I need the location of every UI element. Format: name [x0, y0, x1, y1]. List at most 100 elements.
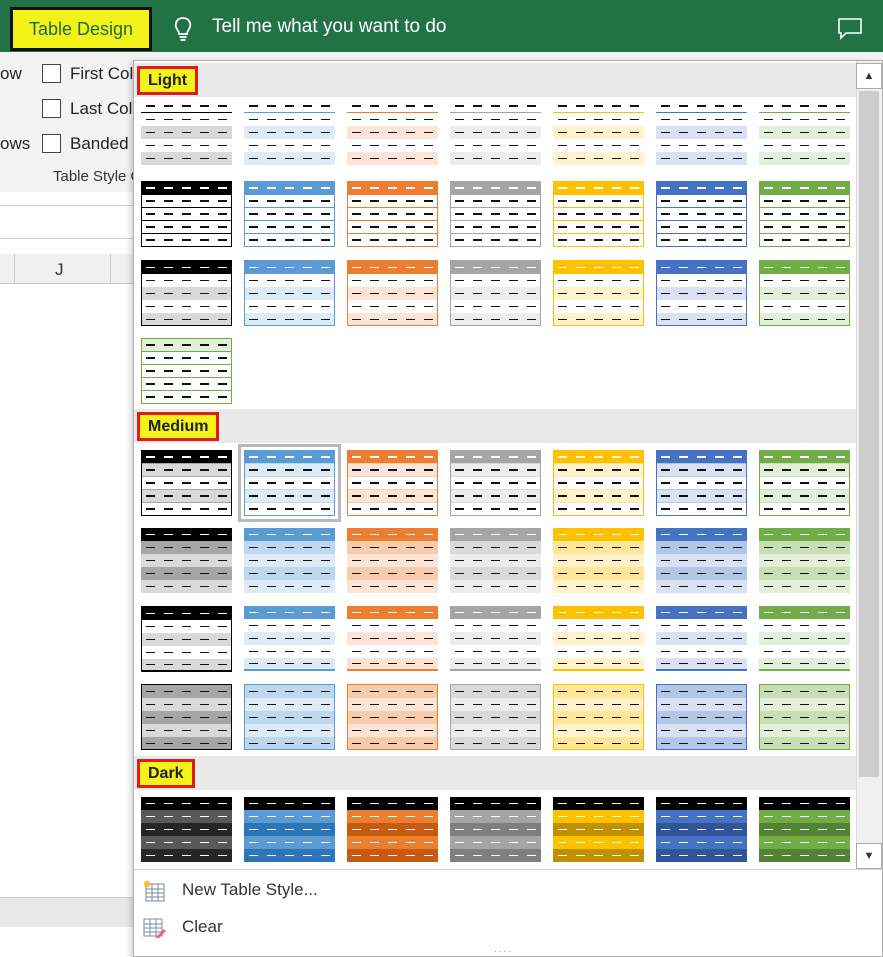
- table-style-light-11[interactable]: [450, 181, 541, 247]
- table-style-medium-22[interactable]: [141, 684, 232, 750]
- table-style-medium-25[interactable]: [450, 684, 541, 750]
- table-style-light-13[interactable]: [656, 181, 747, 247]
- table-style-light-5[interactable]: [553, 100, 644, 166]
- thumb-dash: [576, 239, 586, 241]
- table-style-medium-20[interactable]: [656, 606, 747, 672]
- table-style-light-21[interactable]: [759, 260, 850, 326]
- last-column-checkbox[interactable]: [42, 99, 61, 118]
- resize-grip[interactable]: ....: [494, 944, 513, 955]
- table-style-medium-24[interactable]: [347, 684, 438, 750]
- scroll-up-button[interactable]: ▲: [856, 63, 882, 89]
- thumb-dash: [558, 200, 568, 202]
- table-style-medium-21[interactable]: [759, 606, 850, 672]
- table-style-medium-10[interactable]: [347, 528, 438, 594]
- thumb-dash: [248, 533, 258, 536]
- table-style-medium-14[interactable]: [759, 528, 850, 594]
- clear-item[interactable]: Clear: [134, 911, 882, 945]
- table-style-light-15[interactable]: [141, 260, 232, 326]
- table-style-medium-6[interactable]: [656, 450, 747, 516]
- comments-icon[interactable]: [838, 18, 862, 40]
- new-table-style-item[interactable]: New Table Style...: [134, 874, 882, 908]
- thumb-dash: [490, 105, 500, 107]
- table-style-light-19[interactable]: [553, 260, 644, 326]
- table-style-light-6[interactable]: [656, 100, 747, 166]
- thumb-dash: [764, 292, 774, 295]
- thumb-dash: [714, 495, 724, 497]
- table-style-medium-23[interactable]: [244, 684, 335, 750]
- thumb-dash: [818, 828, 828, 831]
- thumb-dash: [199, 200, 209, 202]
- thumb-dash: [320, 469, 330, 471]
- table-style-light-4[interactable]: [450, 100, 541, 166]
- thumb-dash: [423, 239, 433, 241]
- thumb-row: [760, 287, 849, 300]
- thumb-dash: [473, 279, 483, 282]
- thumb-dash: [321, 118, 331, 121]
- table-style-light-12[interactable]: [553, 181, 644, 247]
- table-style-light-17[interactable]: [347, 260, 438, 326]
- table-style-light-16[interactable]: [244, 260, 335, 326]
- table-style-dark-3[interactable]: [347, 797, 438, 863]
- thumb-dash: [732, 742, 742, 745]
- thumb-row: [347, 554, 438, 567]
- table-style-medium-17[interactable]: [347, 606, 438, 672]
- table-style-light-7[interactable]: [759, 100, 850, 166]
- formula-bar[interactable]: [0, 205, 140, 239]
- table-style-light-14[interactable]: [759, 181, 850, 247]
- thumb-dash: [715, 611, 725, 614]
- table-style-medium-8[interactable]: [141, 528, 232, 594]
- table-style-light-18[interactable]: [450, 260, 541, 326]
- table-style-medium-1[interactable]: [141, 450, 232, 516]
- table-style-dark-4[interactable]: [450, 797, 541, 863]
- thumb-dash: [423, 716, 433, 719]
- table-style-medium-3[interactable]: [347, 450, 438, 516]
- table-style-medium-18[interactable]: [450, 606, 541, 672]
- table-style-light-22[interactable]: [141, 338, 232, 404]
- table-style-dark-7[interactable]: [759, 797, 850, 863]
- thumb-dash: [818, 118, 828, 121]
- table-style-medium-28[interactable]: [759, 684, 850, 750]
- thumb-dash: [370, 187, 380, 189]
- table-style-medium-15[interactable]: [141, 606, 232, 672]
- first-column-checkbox[interactable]: [42, 64, 61, 83]
- table-style-light-2[interactable]: [244, 100, 335, 166]
- table-style-medium-2[interactable]: [238, 444, 341, 522]
- table-style-medium-16[interactable]: [244, 606, 335, 672]
- table-style-light-1[interactable]: [141, 100, 232, 166]
- table-style-medium-12[interactable]: [553, 528, 644, 594]
- table-style-dark-2[interactable]: [244, 797, 335, 863]
- thumb-dash: [612, 118, 622, 121]
- table-style-medium-13[interactable]: [656, 528, 747, 594]
- table-style-medium-19[interactable]: [553, 606, 644, 672]
- scrollbar-thumb[interactable]: [859, 91, 879, 777]
- thumb-dash: [799, 144, 809, 147]
- table-style-dark-5[interactable]: [553, 797, 644, 863]
- table-style-medium-5[interactable]: [553, 450, 644, 516]
- thumb-dash: [218, 828, 228, 831]
- thumb-dash: [455, 716, 465, 719]
- table-style-light-20[interactable]: [656, 260, 747, 326]
- thumb-dash: [558, 318, 568, 321]
- tab-table-design[interactable]: Table Design: [10, 7, 152, 51]
- table-style-medium-4[interactable]: [450, 450, 541, 516]
- table-style-light-9[interactable]: [244, 181, 335, 247]
- table-style-medium-26[interactable]: [553, 684, 644, 750]
- table-style-medium-11[interactable]: [450, 528, 541, 594]
- scroll-down-button[interactable]: ▼: [856, 843, 882, 869]
- banded-columns-checkbox[interactable]: [42, 134, 61, 153]
- table-style-medium-9[interactable]: [244, 528, 335, 594]
- table-style-gallery: Light Medium Dark ▲ ▼ New Table Style...: [133, 60, 883, 957]
- column-header-j[interactable]: J: [55, 260, 64, 280]
- table-style-medium-27[interactable]: [656, 684, 747, 750]
- tell-me-search[interactable]: Tell me what you want to do: [212, 16, 446, 38]
- table-style-medium-7[interactable]: [759, 450, 850, 516]
- table-style-light-3[interactable]: [347, 100, 438, 166]
- table-style-dark-1[interactable]: [141, 797, 232, 863]
- table-style-light-8[interactable]: [141, 181, 232, 247]
- thumb-dash: [509, 157, 519, 160]
- table-style-light-10[interactable]: [347, 181, 438, 247]
- table-style-dark-6[interactable]: [656, 797, 747, 863]
- thumb-row: [347, 528, 438, 541]
- thumb-dash: [763, 559, 773, 562]
- thumb-dash: [509, 559, 519, 562]
